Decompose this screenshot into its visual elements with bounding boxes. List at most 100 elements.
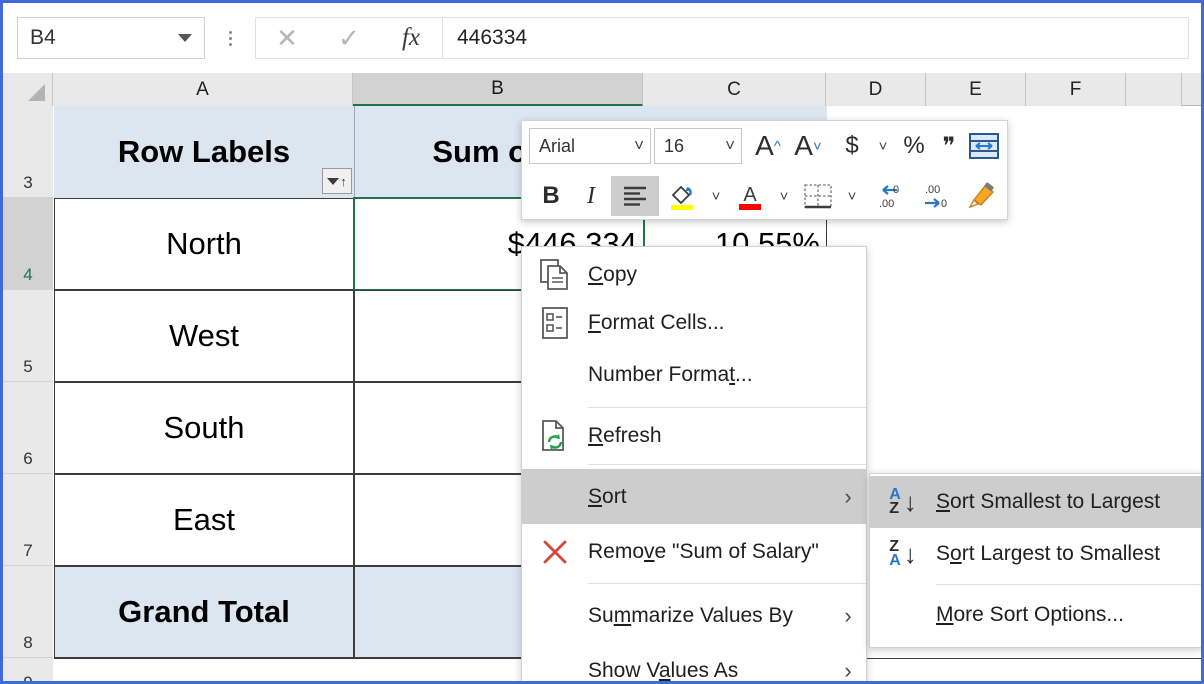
no-icon bbox=[522, 647, 588, 682]
increase-decimal-icon: .00 0 bbox=[925, 184, 947, 210]
formula-bar-buttons: ✕ ✓ fx bbox=[255, 17, 442, 59]
merge-center-button[interactable] bbox=[964, 126, 1004, 166]
more-options-icon[interactable] bbox=[217, 17, 243, 59]
decrease-decimal-button[interactable]: 0 .00 bbox=[863, 176, 911, 216]
row-header-column: 3 4 5 6 7 8 9 bbox=[3, 106, 53, 681]
cell-a4[interactable]: North bbox=[54, 198, 354, 290]
context-menu-label: Format Cells... bbox=[588, 311, 725, 334]
decrease-font-size-button[interactable]: A ˅ bbox=[788, 126, 828, 166]
submenu-item-sort-smallest-to-largest[interactable]: A Z ↓ Sort Smallest to Largest bbox=[870, 476, 1201, 528]
mini-toolbar-row-1: Arial ˅ 16 ˅ A ^ A ˅ $ ˅ % ❞ bbox=[522, 121, 1007, 171]
chevron-right-icon: › bbox=[844, 602, 852, 628]
column-header-g[interactable] bbox=[1126, 73, 1182, 106]
cell-a6[interactable]: South bbox=[54, 382, 354, 474]
context-menu-item-summarize-values-by[interactable]: Summarize Values By › bbox=[522, 588, 866, 643]
fill-color-dropdown-button[interactable]: ˅ bbox=[705, 176, 727, 216]
column-header-f[interactable]: F bbox=[1026, 73, 1126, 106]
column-header-b[interactable]: B bbox=[353, 73, 643, 106]
chevron-down-icon[interactable]: ˅ bbox=[725, 136, 735, 156]
svg-text:.00: .00 bbox=[925, 184, 940, 196]
column-header-row: A B C D E F bbox=[3, 73, 1201, 106]
chevron-down-icon[interactable] bbox=[178, 34, 192, 42]
column-header-d[interactable]: D bbox=[826, 73, 926, 106]
svg-text:A: A bbox=[743, 184, 757, 206]
font-name-value: Arial bbox=[539, 135, 576, 156]
context-menu-item-format-cells[interactable]: Format Cells... bbox=[522, 299, 866, 347]
chevron-down-icon[interactable]: ˅ bbox=[634, 136, 644, 156]
borders-button[interactable] bbox=[795, 176, 841, 216]
filter-dropdown-icon[interactable]: ↑ bbox=[322, 168, 352, 194]
context-menu-item-remove-field[interactable]: Remove "Sum of Salary" bbox=[522, 524, 866, 579]
svg-text:0: 0 bbox=[941, 198, 947, 210]
close-icon[interactable]: ✕ bbox=[256, 18, 318, 58]
context-menu-label: Sort bbox=[588, 484, 627, 508]
pivot-context-menu: Copy Format Cells... Number Format... Re… bbox=[521, 246, 867, 682]
no-icon bbox=[870, 589, 936, 641]
increase-decimal-button[interactable]: .00 0 bbox=[911, 176, 959, 216]
menu-divider bbox=[588, 407, 866, 408]
column-header-a[interactable]: A bbox=[53, 73, 353, 106]
refresh-icon bbox=[522, 412, 588, 460]
menu-divider bbox=[588, 464, 866, 465]
formula-input[interactable]: 446334 bbox=[442, 17, 1189, 59]
font-size-value: 16 bbox=[664, 135, 685, 156]
context-menu-item-show-values-as[interactable]: Show Values As › bbox=[522, 643, 866, 682]
fill-color-icon bbox=[671, 185, 693, 210]
bold-button[interactable]: B bbox=[531, 176, 571, 216]
row-header-5[interactable]: 5 bbox=[3, 290, 53, 382]
submenu-label: Sort Largest to Smallest bbox=[936, 542, 1161, 565]
percent-style-button[interactable]: % bbox=[894, 126, 934, 166]
align-left-icon bbox=[624, 186, 646, 206]
cell-a7[interactable]: East bbox=[54, 474, 354, 566]
italic-button[interactable]: I bbox=[571, 176, 611, 216]
submenu-item-sort-largest-to-smallest[interactable]: Z A ↓ Sort Largest to Smallest bbox=[870, 528, 1201, 580]
fill-color-button[interactable] bbox=[659, 176, 705, 216]
borders-dropdown-button[interactable]: ˅ bbox=[841, 176, 863, 216]
cell-a3[interactable]: Row Labels bbox=[54, 106, 354, 198]
no-icon bbox=[522, 473, 588, 521]
context-menu-item-refresh[interactable]: Refresh bbox=[522, 412, 866, 460]
accounting-dropdown-button[interactable]: ˅ bbox=[872, 126, 894, 166]
font-size-combo[interactable]: 16 ˅ bbox=[654, 128, 742, 164]
sort-ascending-icon: A Z ↓ bbox=[889, 486, 917, 517]
column-header-e[interactable]: E bbox=[926, 73, 1026, 106]
font-color-button[interactable]: A bbox=[727, 176, 773, 216]
borders-icon bbox=[804, 184, 832, 209]
comma-style-button[interactable]: ❞ bbox=[934, 126, 964, 166]
context-menu-item-number-format[interactable]: Number Format... bbox=[522, 347, 866, 403]
column-header-c[interactable]: C bbox=[643, 73, 826, 106]
align-button[interactable] bbox=[611, 176, 659, 216]
font-color-dropdown-button[interactable]: ˅ bbox=[773, 176, 795, 216]
name-box[interactable]: B4 bbox=[17, 17, 205, 59]
row-header-3[interactable]: 3 bbox=[3, 106, 53, 198]
submenu-item-more-sort-options[interactable]: More Sort Options... bbox=[870, 589, 1201, 641]
accounting-number-format-button[interactable]: $ bbox=[832, 126, 872, 166]
remove-icon bbox=[522, 528, 588, 576]
mini-toolbar-row-2: B I ˅ A ˅ ˅ 0 .00 .00 0 bbox=[522, 171, 1007, 221]
row-header-4[interactable]: 4 bbox=[3, 198, 53, 290]
select-all-corner[interactable] bbox=[3, 73, 53, 106]
format-painter-button[interactable] bbox=[959, 176, 1005, 216]
sort-submenu: A Z ↓ Sort Smallest to Largest Z A ↓ Sor bbox=[869, 473, 1201, 648]
merge-center-icon bbox=[969, 133, 999, 159]
row-header-6[interactable]: 6 bbox=[3, 382, 53, 474]
format-cells-icon bbox=[522, 299, 588, 347]
row-header-8[interactable]: 8 bbox=[3, 566, 53, 658]
cell-a5[interactable]: West bbox=[54, 290, 354, 382]
font-name-combo[interactable]: Arial ˅ bbox=[529, 128, 651, 164]
no-icon bbox=[522, 351, 588, 399]
fx-icon[interactable]: fx bbox=[380, 18, 442, 58]
context-menu-item-copy[interactable]: Copy bbox=[522, 251, 866, 299]
check-icon[interactable]: ✓ bbox=[318, 18, 380, 58]
context-menu-item-sort[interactable]: Sort › bbox=[522, 469, 866, 524]
row-header-9[interactable]: 9 bbox=[3, 658, 53, 681]
cell-a8[interactable]: Grand Total bbox=[54, 566, 354, 658]
increase-font-size-button[interactable]: A ^ bbox=[748, 126, 788, 166]
row-header-7[interactable]: 7 bbox=[3, 474, 53, 566]
menu-divider bbox=[588, 583, 866, 584]
excel-window: B4 ✕ ✓ fx 446334 A B C D E F 3 4 5 6 7 8 bbox=[0, 0, 1204, 684]
formula-value: 446334 bbox=[457, 26, 528, 49]
context-menu-label: Summarize Values By bbox=[588, 603, 794, 627]
no-icon bbox=[522, 592, 588, 640]
svg-text:.00: .00 bbox=[879, 198, 894, 210]
